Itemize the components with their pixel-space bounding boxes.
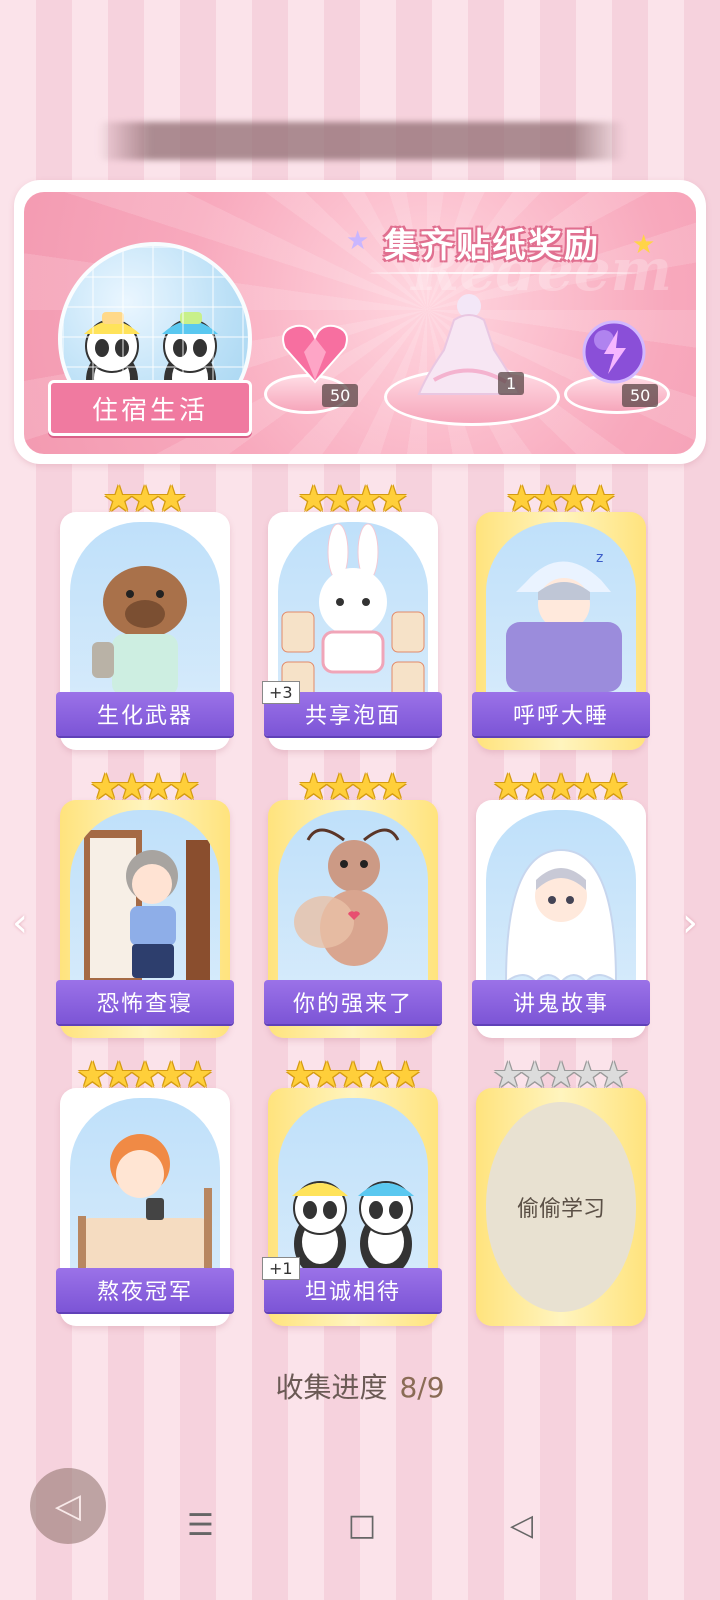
star-icon: ★ <box>376 479 409 520</box>
reward-title: 集齐贴纸奖励 <box>384 226 600 266</box>
star-rating: ★ ★ ★ <box>60 482 230 518</box>
star-rating: ★ ★ ★ ★ <box>268 770 438 806</box>
svg-text:z: z <box>596 550 603 566</box>
star-icon: ★ <box>389 1055 422 1096</box>
sticker-card[interactable]: ★ ★ ★ ★ ★ 讲鬼故事 <box>472 770 650 1038</box>
sticker-card[interactable]: ★ ★ ★ ★ ★ 偷偷学习 <box>476 1058 646 1326</box>
star-rating: ★ ★ ★ ★ ★ <box>60 1058 230 1094</box>
star-rating: ★ ★ ★ ★ <box>268 482 438 518</box>
sticker-label: 熬夜冠军 <box>56 1268 234 1312</box>
sticker-card[interactable]: ★ ★ ★ ★ ★ 熬夜冠军 <box>56 1058 234 1326</box>
star-rating: ★ ★ ★ ★ ★ <box>268 1058 438 1094</box>
next-page-arrow-icon[interactable]: › <box>682 900 698 946</box>
energy-orb-icon[interactable] <box>580 318 648 386</box>
star-deco-icon: ★ <box>632 230 656 260</box>
blurred-header <box>98 122 626 160</box>
sticker-label: 偷偷学习 <box>516 1197 605 1222</box>
duplicate-count-badge: +3 <box>262 681 300 704</box>
home-icon[interactable]: □ <box>348 1508 376 1543</box>
star-icon: ★ <box>597 1055 630 1096</box>
sticker-card[interactable]: ★ ★ ★ ★ 你的强来了 <box>264 770 442 1038</box>
reward-count: 50 <box>622 384 659 407</box>
sticker-label: 你的强来了 <box>264 980 442 1024</box>
reward-count: 1 <box>498 372 525 395</box>
sticker-card[interactable]: ★ ★ ★ 生化武器 <box>56 482 234 750</box>
progress-value: 8/9 <box>399 1371 445 1404</box>
locked-sticker-placeholder: 偷偷学习 <box>486 1102 636 1312</box>
sticker-card[interactable]: ★ ★ ★ ★ 共享泡面 +3 <box>262 482 442 750</box>
star-icon: ★ <box>597 767 630 808</box>
collection-progress: 收集进度 8/9 <box>0 1366 720 1406</box>
star-icon: ★ <box>376 767 409 808</box>
theme-tag: 住宿生活 <box>48 380 252 436</box>
sticker-label: 讲鬼故事 <box>472 980 650 1024</box>
star-rating: ★ ★ ★ ★ <box>60 770 230 806</box>
star-rating: ★ ★ ★ ★ ★ <box>476 1058 646 1094</box>
recent-apps-icon[interactable]: ☰ <box>187 1508 214 1543</box>
star-icon: ★ <box>168 767 201 808</box>
sticker-label: 恐怖查寝 <box>56 980 234 1024</box>
reward-count: 50 <box>322 384 359 407</box>
sticker-label: 呼呼大睡 <box>472 692 650 736</box>
star-icon: ★ <box>181 1055 214 1096</box>
duplicate-count-badge: +1 <box>262 1257 300 1280</box>
sticker-card[interactable]: ★ ★ ★ ★ ★ 坦诚相待 +1 <box>262 1058 442 1326</box>
back-icon[interactable]: ◁ <box>510 1508 533 1543</box>
star-deco-icon: ★ <box>346 226 370 256</box>
heart-gem-icon[interactable] <box>280 322 350 386</box>
star-icon: ★ <box>155 479 188 520</box>
system-navigation-bar: ☰ □ ◁ <box>0 1508 720 1543</box>
star-rating: ★ ★ ★ ★ ★ <box>476 770 646 806</box>
title-underline <box>369 272 639 274</box>
reward-banner: Redeem ★ ★ 集齐贴纸奖励 住宿生活 50 1 50 <box>14 180 706 464</box>
sticker-label: 生化武器 <box>56 692 234 736</box>
sticker-card[interactable]: ★ ★ ★ ★ 恐怖查寝 <box>56 770 234 1038</box>
sticker-card[interactable]: ★ ★ ★ ★ z 呼呼大睡 <box>472 482 650 750</box>
prev-page-arrow-icon[interactable]: ‹ <box>12 900 28 946</box>
progress-label: 收集进度 <box>275 1371 388 1404</box>
star-rating: ★ ★ ★ ★ <box>476 482 646 518</box>
star-icon: ★ <box>584 479 617 520</box>
